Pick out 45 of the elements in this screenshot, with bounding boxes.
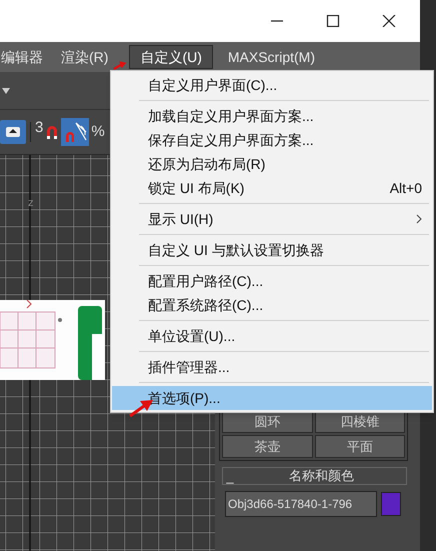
percent-snap-label[interactable]: % [91,120,105,144]
menu-item[interactable]: 还原为启动布局(R) [112,152,432,176]
dropdown-caret-icon[interactable] [2,88,10,94]
menu-item[interactable]: 显示 UI(H) [112,207,432,231]
menu-item-label: 配置用户路径(C)... [148,272,264,291]
magnet-icon[interactable] [45,123,60,141]
menu-item-label: 插件管理器... [148,358,231,376]
menu-item-label: 锁定 UI 布局(K) [148,178,246,198]
menu-item-label: 自定义 UI 与默认设置切换器 [148,240,325,260]
maximize-button[interactable] [326,15,340,27]
menu-item[interactable]: 单位设置(U)... [112,324,432,348]
close-button[interactable] [382,15,396,27]
arrow-up-icon [6,127,20,137]
menu-item-label: 自定义用户界面(C)... [148,76,278,95]
menu-item[interactable]: 加载自定义用户界面方案... [112,104,432,128]
menu-item-label: 还原为启动布局(R) [148,154,266,174]
object-type-button[interactable]: 茶壶 [222,435,312,458]
menu-item[interactable]: 锁定 UI 布局(K) Alt+0 [112,176,432,200]
color-swatch[interactable] [381,492,401,516]
object-type-button[interactable]: 平面 [314,435,405,458]
menu-item-label: 显示 UI(H) [148,210,214,229]
rollout-header[interactable]: _ 名称和颜色 [222,467,407,485]
menu-bar-item[interactable]: MAXScript(M) [224,45,318,69]
menu-item-label: 保存自定义用户界面方案... [148,130,315,150]
object-name-field[interactable]: Obj3d66-517840-1-796 [225,491,377,517]
menu-item[interactable]: 配置系统路径(C)... [112,293,432,317]
menu-bar-item[interactable]: 编辑器 [0,45,46,69]
menu-item-label: 单位设置(U)... [148,326,236,346]
menu-item[interactable]: 插件管理器... [112,355,432,379]
collapse-toggle[interactable]: _ [223,470,237,482]
menu-item[interactable]: 配置用户路径(C)... [112,269,432,293]
axis-label: z [28,196,34,211]
menu-item-label: 加载自定义用户界面方案... [148,106,315,126]
rollout-title: 名称和颜色 [288,467,355,486]
annotation-arrow [113,60,127,71]
menu-bar-item[interactable]: 自定义(U) [129,45,213,69]
menu-item[interactable]: 自定义用户界面(C)... [112,73,432,97]
menu-bar-item[interactable]: 渲染(R) [58,45,112,69]
menu-item-label: 配置系统路径(C)... [148,296,264,315]
menu-item[interactable]: 自定义 UI 与默认设置切换器 [112,238,432,262]
shortcut-label: Alt+0 [390,178,422,198]
angle-snap-button[interactable] [61,118,90,146]
menu-item[interactable]: 保存自定义用户界面方案... [112,128,432,152]
snap-count: 3 [35,118,44,138]
toolbar-button[interactable] [0,120,26,144]
